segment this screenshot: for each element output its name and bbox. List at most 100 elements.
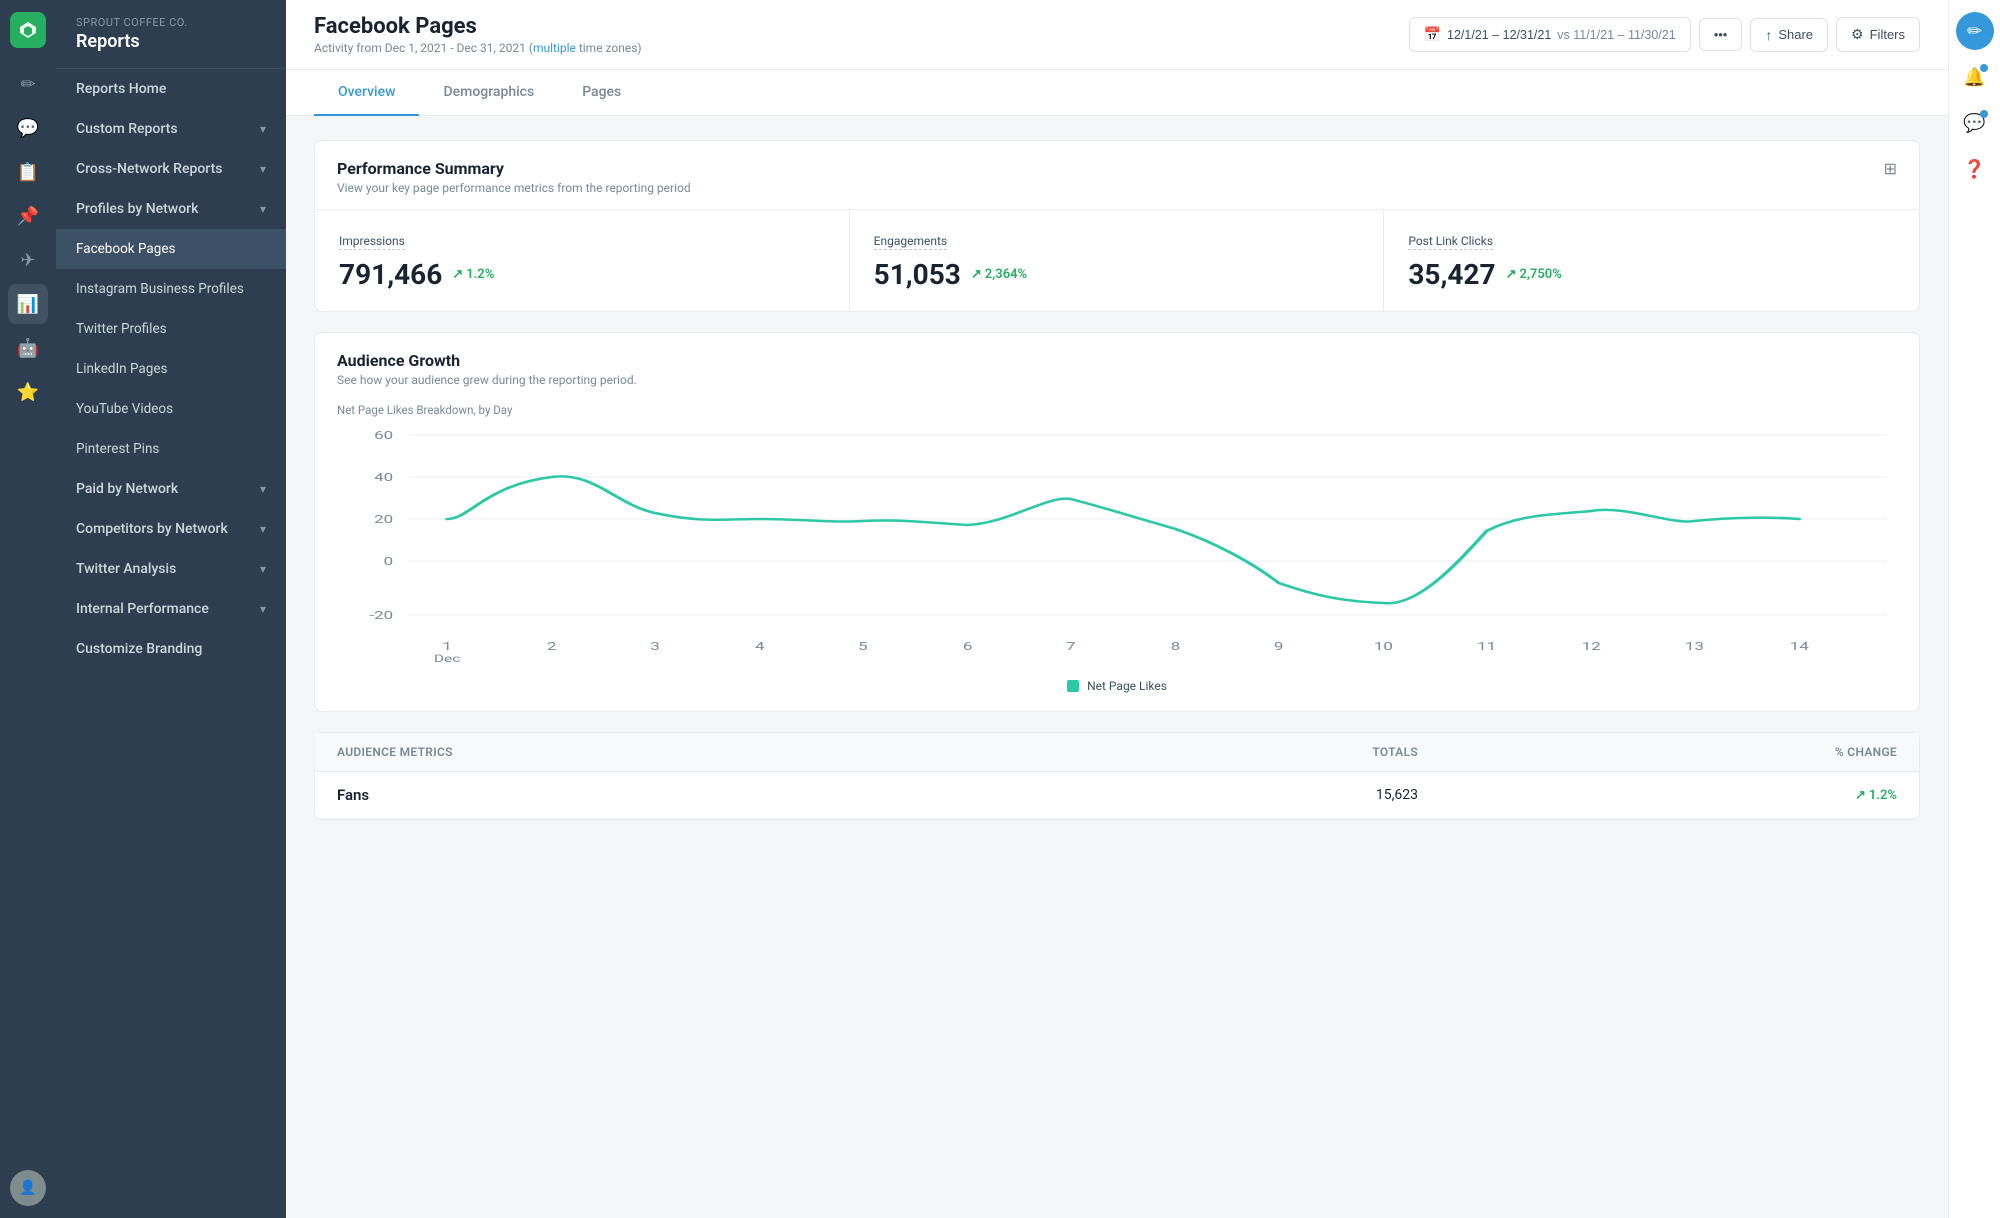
svg-text:-20: -20 [369, 610, 393, 622]
nav-publish-icon[interactable]: 📌 [8, 196, 48, 236]
nav-compose-icon[interactable]: ✏ [8, 64, 48, 104]
metric-engagements: Engagements 51,053 2,364% [850, 210, 1385, 311]
svg-text:3: 3 [650, 641, 660, 653]
icon-rail: ✏ 💬 📋 📌 ✈ 📊 🤖 ⭐ 👤 [0, 0, 56, 1218]
user-avatar[interactable]: 👤 [10, 1170, 46, 1206]
metric-impressions: Impressions 791,466 1.2% [315, 210, 850, 311]
engagements-label: Engagements [874, 234, 947, 250]
multiple-timezones-link[interactable]: multiple [533, 41, 576, 55]
post-link-clicks-change: 2,750% [1506, 267, 1562, 282]
col-change: % Change [1440, 733, 1919, 772]
svg-text:4: 4 [755, 641, 765, 653]
compose-button[interactable]: ✏ [1956, 12, 1994, 50]
nav-automation-icon[interactable]: 🤖 [8, 328, 48, 368]
svg-text:12: 12 [1582, 641, 1601, 653]
sidebar-item-twitter-profiles[interactable]: Twitter Profiles [56, 309, 286, 349]
svg-text:1: 1 [442, 641, 452, 653]
tab-pages[interactable]: Pages [558, 70, 645, 116]
engagements-change: 2,364% [971, 267, 1027, 282]
line-chart-container: 60 40 20 0 -20 1 Dec 2 3 4 5 6 7 [347, 425, 1887, 665]
svg-text:14: 14 [1790, 641, 1809, 653]
nav-tasks-icon[interactable]: 📋 [8, 152, 48, 192]
svg-text:7: 7 [1066, 641, 1076, 653]
svg-text:Dec: Dec [434, 654, 461, 666]
sidebar-item-linkedin[interactable]: LinkedIn Pages [56, 349, 286, 389]
right-rail: ✏ 🔔 💬 ❓ [1948, 0, 2000, 1218]
table-view-icon[interactable]: ⊞ [1884, 159, 1897, 178]
svg-text:0: 0 [384, 556, 394, 568]
post-link-clicks-value: 35,427 [1408, 258, 1495, 291]
sidebar-item-custom-reports[interactable]: Custom Reports ▾ [56, 109, 286, 149]
table-row: Fans 15,623 1.2% [315, 772, 1919, 819]
page-subtitle: Activity from Dec 1, 2021 - Dec 31, 2021… [314, 41, 642, 55]
performance-summary-header: Performance Summary View your key page p… [315, 141, 1919, 209]
share-icon: ↑ [1765, 27, 1772, 43]
impressions-value: 791,466 [339, 258, 442, 291]
app-logo[interactable] [10, 12, 46, 48]
share-button[interactable]: ↑ Share [1750, 18, 1828, 52]
svg-text:60: 60 [374, 430, 393, 442]
content-body: Performance Summary View your key page p… [286, 116, 1948, 844]
post-link-clicks-label: Post Link Clicks [1408, 234, 1493, 250]
engagements-value: 51,053 [874, 258, 961, 291]
sidebar-item-profiles-by-network[interactable]: Profiles by Network ▾ [56, 189, 286, 229]
date-range-button[interactable]: 📅 12/1/21 – 12/31/21 vs 11/1/21 – 11/30/… [1409, 17, 1691, 52]
top-header: Facebook Pages Activity from Dec 1, 2021… [286, 0, 1948, 70]
chart-legend: Net Page Likes [337, 679, 1897, 693]
sidebar-item-cross-network[interactable]: Cross-Network Reports ▾ [56, 149, 286, 189]
header-controls: 📅 12/1/21 – 12/31/21 vs 11/1/21 – 11/30/… [1409, 17, 1920, 52]
sidebar-item-pinterest[interactable]: Pinterest Pins [56, 429, 286, 469]
col-metric: Audience Metrics [315, 733, 1036, 772]
chart-section-label: Net Page Likes Breakdown, by Day [337, 403, 1897, 417]
audience-growth-chart: 60 40 20 0 -20 1 Dec 2 3 4 5 6 7 [347, 425, 1887, 665]
nav-campaigns-icon[interactable]: ✈ [8, 240, 48, 280]
nav-reviews-icon[interactable]: ⭐ [8, 372, 48, 412]
audience-growth-subtitle: See how your audience grew during the re… [337, 373, 1897, 387]
sidebar-item-reports-home[interactable]: Reports Home [56, 69, 286, 109]
performance-summary-title: Performance Summary [337, 159, 691, 178]
audience-metrics-table: Audience Metrics Totals % Change Fans 15… [315, 733, 1919, 819]
help-icon[interactable]: ❓ [1956, 150, 1994, 188]
filters-button[interactable]: ⚙ Filters [1836, 17, 1920, 52]
sidebar-item-competitors[interactable]: Competitors by Network ▾ [56, 509, 286, 549]
col-totals: Totals [1036, 733, 1440, 772]
nav-reports-icon[interactable]: 📊 [8, 284, 48, 324]
more-options-button[interactable]: ••• [1699, 18, 1743, 51]
filter-icon: ⚙ [1851, 26, 1864, 43]
sidebar-item-youtube[interactable]: YouTube Videos [56, 389, 286, 429]
performance-summary-card: Performance Summary View your key page p… [314, 140, 1920, 312]
notification-badge [1980, 64, 1988, 72]
notifications-icon[interactable]: 🔔 [1956, 58, 1994, 96]
sidebar-header: Sprout Coffee Co. Reports [56, 0, 286, 69]
sidebar: Sprout Coffee Co. Reports Reports Home C… [56, 0, 286, 1218]
legend-label-net-page-likes: Net Page Likes [1087, 679, 1167, 693]
svg-text:8: 8 [1171, 641, 1181, 653]
audience-growth-card: Audience Growth See how your audience gr… [314, 332, 1920, 712]
feedback-icon[interactable]: 💬 [1956, 104, 1994, 142]
ellipsis-icon: ••• [1714, 27, 1728, 42]
svg-text:40: 40 [374, 472, 393, 484]
sidebar-item-facebook-pages[interactable]: Facebook Pages [56, 229, 286, 269]
table-header-row: Audience Metrics Totals % Change [315, 733, 1919, 772]
page-title: Facebook Pages [314, 14, 642, 39]
svg-text:13: 13 [1685, 641, 1704, 653]
company-name: Sprout Coffee Co. [76, 16, 266, 29]
sidebar-item-paid-by-network[interactable]: Paid by Network ▾ [56, 469, 286, 509]
tab-bar: Overview Demographics Pages [286, 70, 1948, 116]
chevron-down-icon: ▾ [260, 522, 266, 536]
chevron-down-icon: ▾ [260, 122, 266, 136]
metric-post-link-clicks: Post Link Clicks 35,427 2,750% [1384, 210, 1919, 311]
chevron-down-icon: ▾ [260, 162, 266, 176]
sidebar-item-internal-performance[interactable]: Internal Performance ▾ [56, 589, 286, 629]
sidebar-item-instagram[interactable]: Instagram Business Profiles [56, 269, 286, 309]
svg-text:5: 5 [858, 641, 868, 653]
sidebar-item-twitter-analysis[interactable]: Twitter Analysis ▾ [56, 549, 286, 589]
row-fans-change: 1.2% [1440, 772, 1919, 819]
sidebar-item-customize-branding[interactable]: Customize Branding [56, 629, 286, 669]
svg-text:10: 10 [1374, 641, 1393, 653]
svg-text:2: 2 [547, 641, 557, 653]
tab-demographics[interactable]: Demographics [419, 70, 558, 116]
tab-overview[interactable]: Overview [314, 70, 419, 116]
nav-inbox-icon[interactable]: 💬 [8, 108, 48, 148]
svg-text:20: 20 [374, 514, 393, 526]
